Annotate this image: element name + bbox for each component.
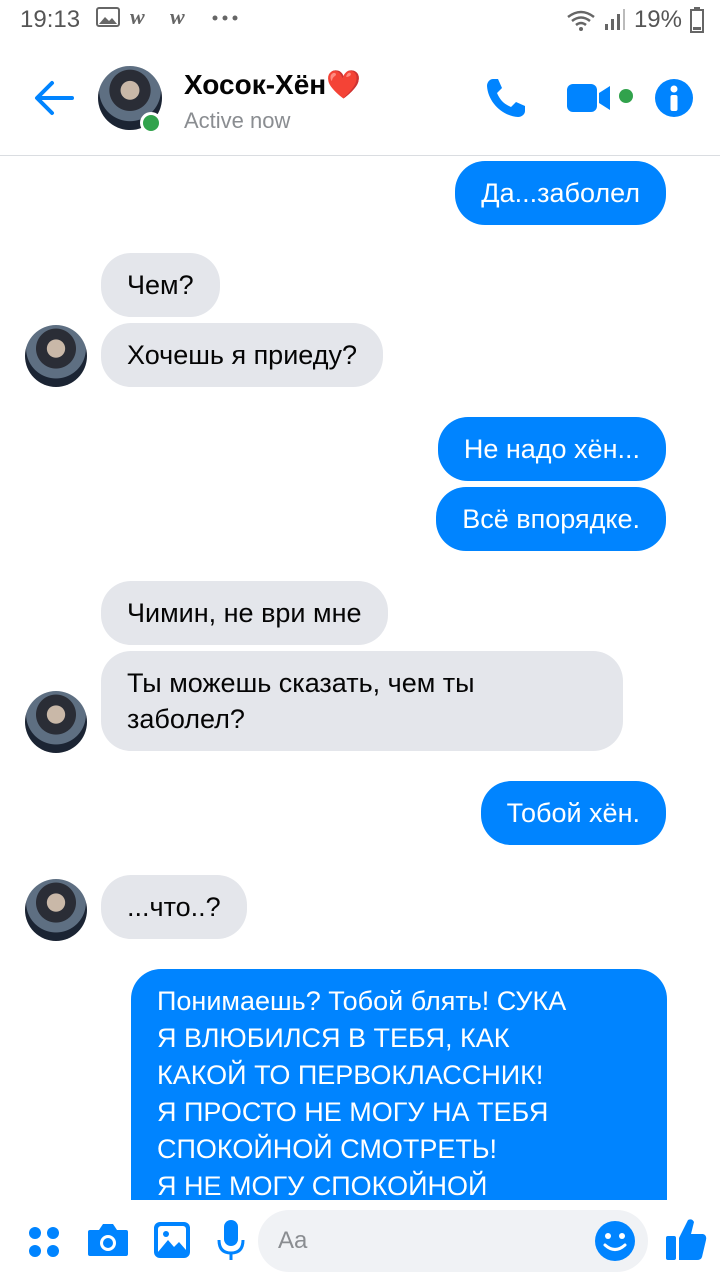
message-thread[interactable]: Да...заболел Чем? Хочешь я приеду? Не на… [0, 157, 720, 1200]
signal-icon [604, 9, 625, 30]
w-app-icon: w [170, 6, 185, 28]
message-bubble-incoming[interactable]: Ты можешь сказать, чем ты заболел? [101, 651, 623, 751]
battery-percent: 19% [633, 6, 682, 33]
message-composer [0, 1200, 720, 1280]
w-app-icon: w [130, 6, 145, 28]
message-bubble-outgoing[interactable]: Тобой хён. [480, 781, 666, 845]
info-icon[interactable] [654, 78, 694, 118]
microphone-icon[interactable] [216, 1218, 246, 1262]
status-bar: 19:13 w w 19% [0, 0, 720, 40]
camera-icon[interactable] [86, 1222, 130, 1258]
battery-icon [690, 7, 704, 33]
sender-avatar [25, 879, 87, 941]
message-bubble-outgoing[interactable]: Всё впорядке. [436, 487, 666, 551]
status-time: 19:13 [20, 6, 81, 33]
message-input-wrapper [258, 1210, 648, 1272]
back-arrow-icon[interactable] [32, 78, 76, 118]
more-dots-icon [212, 15, 238, 21]
message-bubble-incoming[interactable]: Чимин, не ври мне [101, 581, 388, 645]
wifi-icon [567, 10, 595, 31]
contact-active-status: Active now [184, 108, 291, 133]
sender-avatar [25, 325, 87, 387]
message-bubble-incoming[interactable]: Хочешь я приеду? [101, 323, 383, 387]
message-bubble-incoming[interactable]: Чем? [101, 253, 220, 317]
message-input[interactable] [278, 1222, 578, 1260]
message-bubble-outgoing[interactable]: Не надо хён... [437, 417, 666, 481]
status-system-icons: 19% [566, 6, 704, 34]
message-bubble-incoming[interactable]: ...что..? [101, 875, 247, 939]
conversation-header: Хосок-Хён❤️ Active now [0, 40, 720, 156]
online-status-dot [140, 112, 162, 134]
contact-name[interactable]: Хосок-Хён❤️ [184, 68, 361, 101]
message-bubble-outgoing[interactable]: Да...заболел [455, 161, 666, 225]
status-notification-icons: w w [96, 6, 240, 28]
emoji-icon[interactable] [594, 1220, 636, 1262]
video-call-icon[interactable] [566, 76, 638, 120]
gallery-icon [96, 7, 120, 27]
message-bubble-outgoing[interactable]: Понимаешь? Тобой блять! СУКА Я ВЛЮБИЛСЯ … [131, 969, 667, 1200]
phone-call-icon[interactable] [484, 76, 528, 120]
svg-text:w: w [170, 6, 185, 28]
svg-text:w: w [130, 6, 145, 28]
gallery-picker-icon[interactable] [152, 1220, 192, 1260]
thumbs-up-like-icon[interactable] [664, 1216, 708, 1262]
sender-avatar [25, 691, 87, 753]
apps-menu-icon[interactable] [26, 1224, 62, 1260]
